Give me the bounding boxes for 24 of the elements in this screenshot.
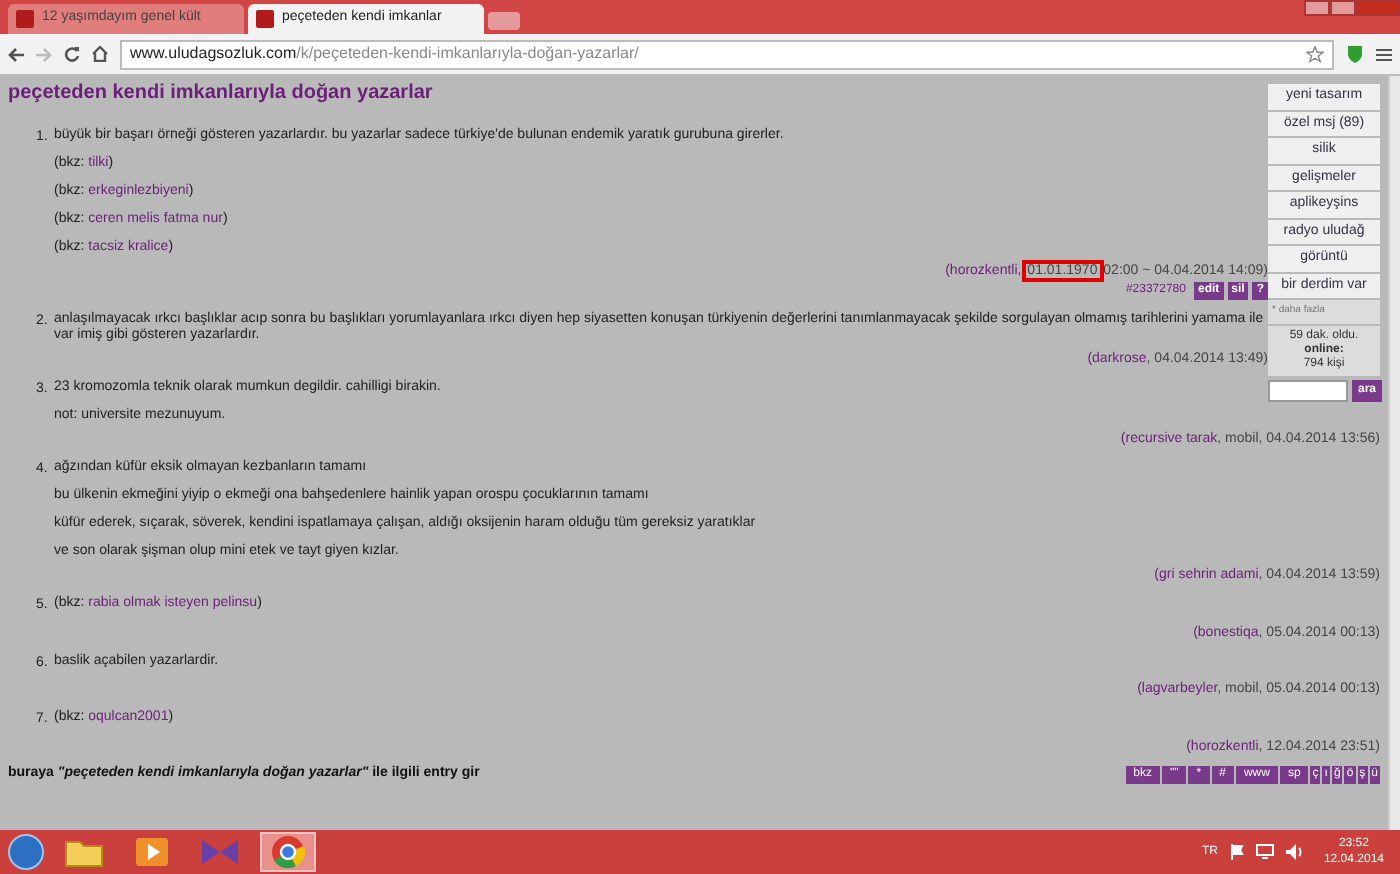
shield-icon[interactable] xyxy=(1346,44,1364,64)
maximize-button[interactable] xyxy=(1330,0,1356,16)
folder-icon[interactable] xyxy=(64,836,104,868)
site-logo-icon xyxy=(16,10,34,28)
search-field[interactable] xyxy=(1268,379,1348,401)
menu-icon[interactable] xyxy=(1376,47,1392,61)
url-host: www.uludagsozluk.com xyxy=(130,42,297,66)
minimize-button[interactable] xyxy=(1304,0,1330,16)
address-bar[interactable]: www.uludagsozluk.com/k/peçeteden-kendi-imkanlarıyla-doğan-yazarlar/ xyxy=(120,39,1334,69)
site-logo-icon xyxy=(256,10,274,28)
page-title: peçeteden kendi imkanlarıyla doğan yazarlar xyxy=(8,80,433,108)
speaker-icon[interactable] xyxy=(1285,844,1304,860)
play-icon[interactable] xyxy=(134,836,170,868)
url-path: /k/peçeteden-kendi-imkanlarıyla-doğan-yazarlar/ xyxy=(296,42,639,66)
flag-icon[interactable] xyxy=(1229,844,1244,860)
reload-icon[interactable] xyxy=(64,46,80,62)
taskbar-app[interactable] xyxy=(260,832,316,872)
start-button[interactable] xyxy=(8,834,44,870)
browser-icon[interactable] xyxy=(270,834,306,870)
back-icon[interactable] xyxy=(8,47,24,61)
star-icon[interactable] xyxy=(1306,45,1324,63)
home-icon[interactable] xyxy=(92,46,108,62)
forward-icon[interactable] xyxy=(36,47,52,61)
scrollbar[interactable] xyxy=(1388,76,1400,830)
